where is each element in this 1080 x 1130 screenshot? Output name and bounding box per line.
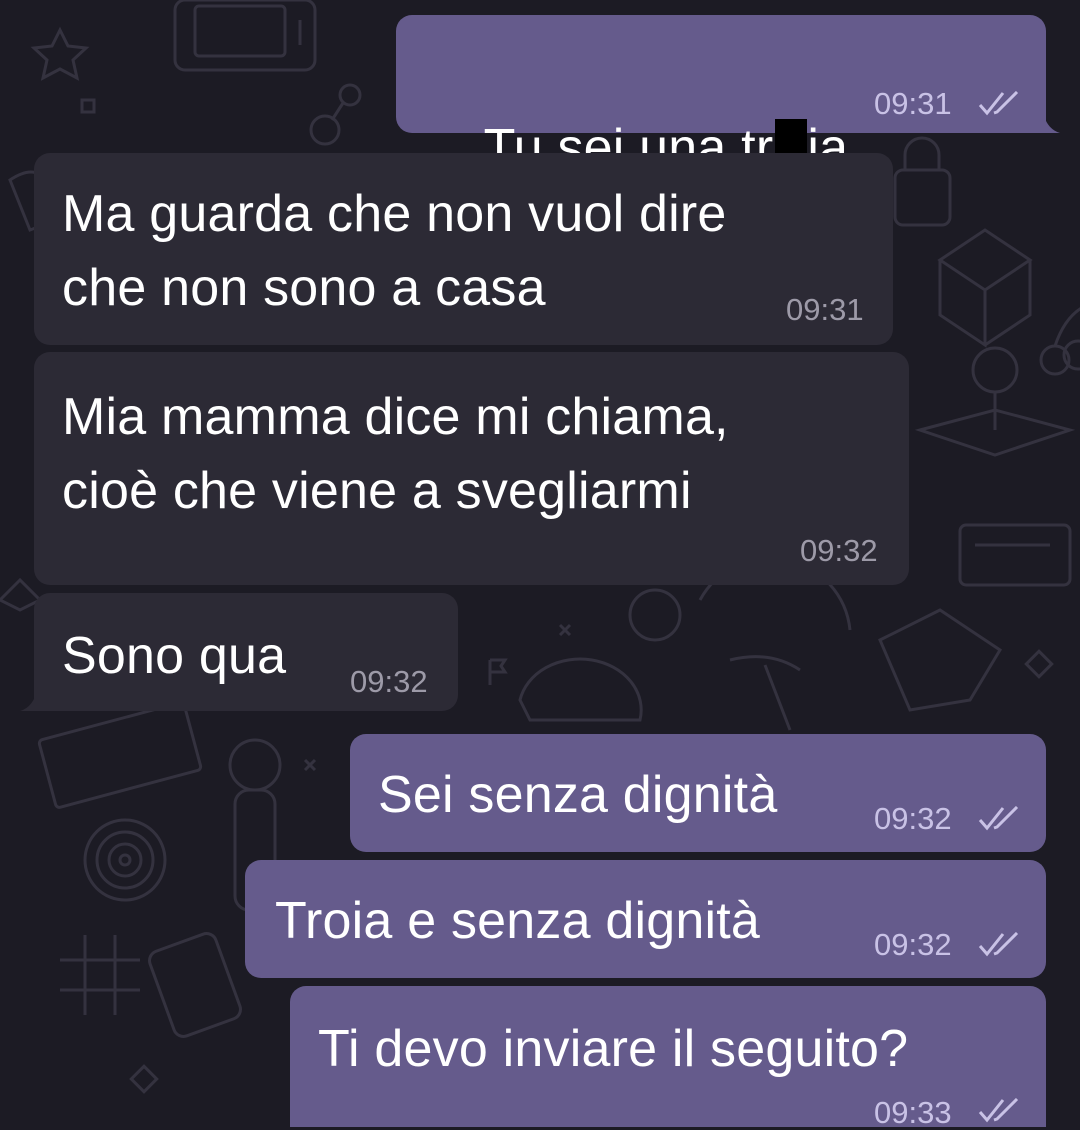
message-bubble-outgoing[interactable]: Troia e senza dignità 09:32 (245, 860, 1046, 978)
message-text-line: Mia mamma dice mi chiama, (62, 388, 729, 446)
message-bubble-incoming[interactable]: Sono qua 09:32 (20, 593, 458, 711)
message-timestamp: 09:32 (350, 664, 428, 699)
target-icon (83, 818, 167, 902)
pickaxe-icon (729, 655, 801, 731)
message-text: Troia e senza dignità (275, 892, 760, 950)
message-bubble-outgoing[interactable]: Ti devo inviare il seguito? 09:33 (290, 986, 1046, 1130)
message-text-line: Ma guarda che non vuol dire (62, 185, 727, 243)
heart-card-icon (148, 932, 242, 1038)
game-console-icon (173, 0, 317, 72)
message-text: Sei senza dignità (378, 766, 778, 824)
message-timestamp: 09:32 (874, 927, 952, 962)
joystick-icon (914, 346, 1076, 457)
ghost-icon (878, 608, 1003, 712)
cap-icon (518, 657, 643, 722)
message-text-line: che non sono a casa (62, 259, 546, 317)
bubble-tail (20, 687, 38, 711)
message-timestamp: 09:31 (874, 86, 952, 121)
message-timestamp: 09:33 (874, 1095, 952, 1130)
lock-icon (893, 136, 952, 227)
read-double-check-icon (978, 932, 1019, 957)
press-start-text-icon (37, 701, 203, 809)
message-text: Sono qua (62, 627, 287, 685)
molecule-icon (309, 83, 362, 146)
read-double-check-icon (978, 806, 1019, 831)
read-double-check-icon (978, 91, 1019, 116)
star-icon (30, 26, 90, 81)
message-bubble-outgoing[interactable]: Tu sei una tr ia 09:31 (396, 15, 1060, 177)
message-timestamp: 09:31 (786, 292, 864, 327)
message-bubble-outgoing[interactable]: Sei senza dignità 09:32 (350, 734, 1046, 852)
tic-tac-toe-icon (60, 935, 140, 1015)
message-text-line: cioè che viene a svegliarmi (62, 462, 692, 520)
message-bubble-incoming[interactable]: Mia mamma dice mi chiama, cioè che viene… (34, 352, 909, 585)
retro-console-icon (958, 523, 1072, 587)
cherry-icon (1039, 307, 1080, 376)
read-double-check-icon (978, 1098, 1019, 1123)
message-text: Ti devo inviare il seguito? (318, 1020, 909, 1078)
bubble-tail (1042, 109, 1060, 133)
message-timestamp: 09:32 (800, 533, 878, 568)
message-bubble-incoming[interactable]: Ma guarda che non vuol dire che non sono… (34, 153, 893, 345)
message-timestamp: 09:32 (874, 801, 952, 836)
rubiks-cube-icon (937, 228, 1033, 348)
